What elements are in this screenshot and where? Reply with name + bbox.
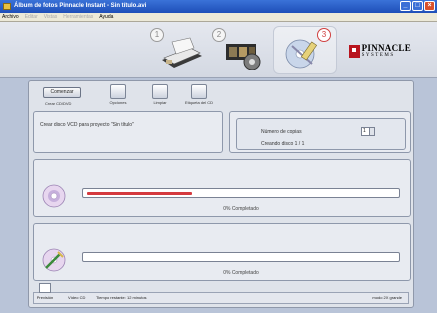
start-button[interactable]: Comenzar <box>43 87 81 98</box>
disc-progress-panel: 0% Completado <box>33 159 411 217</box>
menu-herramientas[interactable]: Herramientas <box>63 13 93 21</box>
disc-writing-icon <box>42 248 66 272</box>
window-controls: _ □ × <box>400 1 435 11</box>
options-label: Opciones <box>109 100 127 105</box>
preview-icon <box>39 283 51 293</box>
write-progress-label: 0% Completado <box>223 270 259 276</box>
write-progress-bar <box>82 252 400 262</box>
close-button[interactable]: × <box>424 1 435 11</box>
copies-spinbox[interactable]: 1 <box>361 127 375 136</box>
disc-progress-bar <box>82 188 400 198</box>
clean-tool[interactable]: Limpiar <box>145 84 175 105</box>
clean-label: Limpiar <box>153 100 167 105</box>
time-remaining: Tiempo restante: 12 minutos <box>96 295 147 300</box>
copies-label: Número de copias <box>261 129 302 135</box>
speed-label: modo 2X grande <box>372 295 402 300</box>
spin-arrows-icon[interactable] <box>369 128 374 135</box>
logo-main-text: PINNACLE <box>361 43 411 53</box>
start-caption: Crear CD/DVD <box>45 101 72 106</box>
copies-value: 1 <box>363 128 366 134</box>
logo-sub-text: SYSTEMS <box>361 53 395 58</box>
menu-bar: Archivo Editar Vistas Herramientas Ayuda <box>0 13 437 22</box>
menu-editar[interactable]: Editar <box>25 13 38 21</box>
window-titlebar: Álbum de fotos Pinnacle Instant - Sin tí… <box>0 0 437 13</box>
burn-panel: Comenzar Crear CD/DVD Opciones Limpiar E… <box>28 80 414 308</box>
menu-ayuda[interactable]: Ayuda <box>99 13 113 21</box>
copies-panel: Número de copias 1 Creando disco 1 / 1 <box>229 111 411 153</box>
cd-burn-icon <box>285 39 318 69</box>
window-title: Álbum de fotos Pinnacle Instant - Sin tí… <box>14 3 147 9</box>
disc-progress-fill <box>87 192 192 195</box>
project-info-panel: Crear disco VCD para proyecto "Sin títul… <box>33 111 223 153</box>
step-navigation: 1 2 3 PINNACLE SYSTEMS <box>0 22 437 78</box>
scanner-icon <box>162 37 202 68</box>
menu-vistas[interactable]: Vistas <box>44 13 58 21</box>
options-tool[interactable]: Opciones <box>103 84 133 105</box>
maximize-button[interactable]: □ <box>412 1 423 11</box>
pinnacle-logo: PINNACLE SYSTEMS <box>348 43 411 58</box>
create-disc-text: Crear disco VCD para proyecto "Sin títul… <box>40 122 134 128</box>
status-bar: Previsión Vídeo CD Tiempo restante: 12 m… <box>33 283 409 304</box>
app-icon <box>3 3 11 10</box>
disc-progress-label: 0% Completado <box>223 206 259 212</box>
options-icon <box>110 84 126 99</box>
creating-disc-status: Creando disco 1 / 1 <box>261 141 305 147</box>
cd-label-tool[interactable]: Etiqueta del CD <box>184 84 214 105</box>
cd-disc-icon <box>42 184 66 208</box>
clean-icon <box>152 84 168 99</box>
pinnacle-logo-mark <box>348 44 360 58</box>
copies-inner-panel: Número de copias 1 Creando disco 1 / 1 <box>236 118 406 150</box>
menu-archivo[interactable]: Archivo <box>2 13 19 21</box>
video-label: Vídeo CD <box>68 295 86 300</box>
preview-control[interactable]: Previsión <box>36 283 54 303</box>
write-progress-panel: 0% Completado <box>33 223 411 281</box>
cd-label-label: Etiqueta del CD <box>184 100 213 105</box>
film-editing-icon <box>226 44 261 70</box>
cd-label-icon <box>191 84 207 99</box>
preview-label: Previsión <box>36 295 54 300</box>
minimize-button[interactable]: _ <box>400 1 411 11</box>
